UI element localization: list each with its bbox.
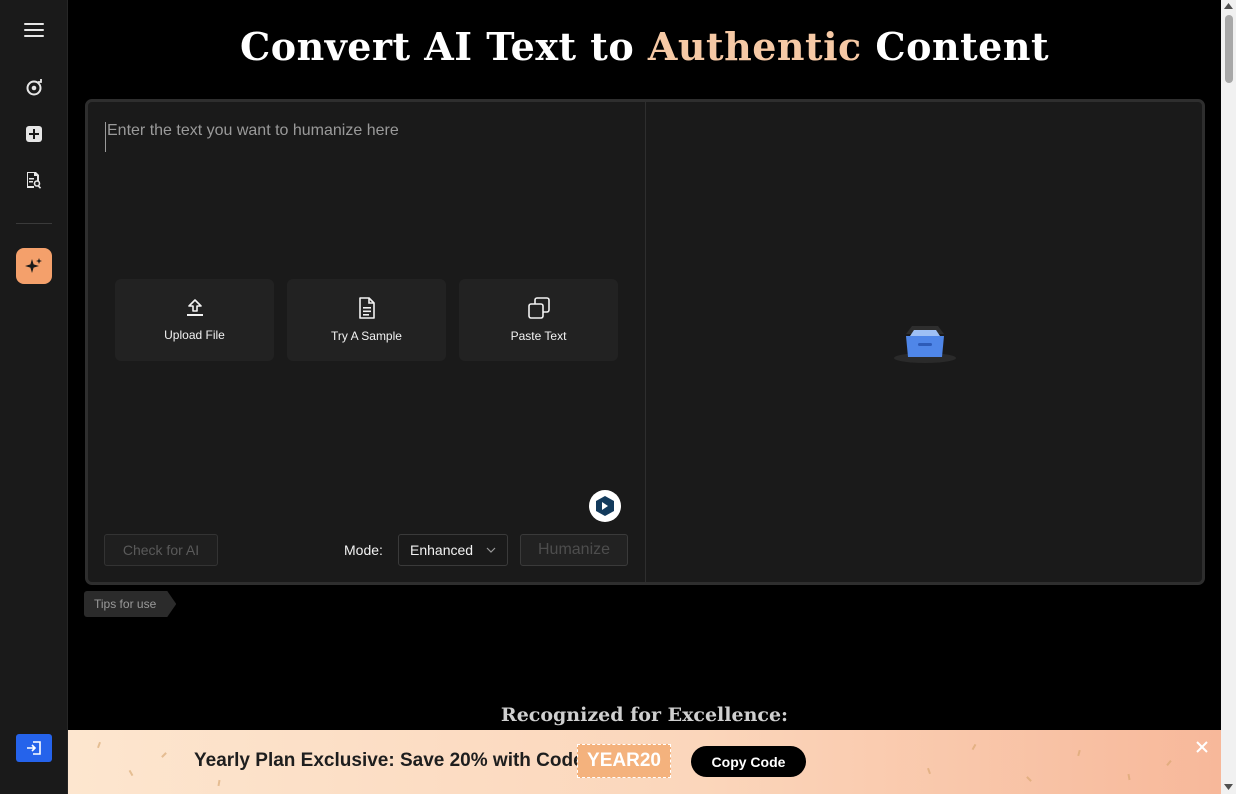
chevron-down-icon [486,547,496,553]
copy-icon [527,297,550,319]
upload-icon [186,299,203,316]
confetti [161,752,167,758]
title-suffix: Content [861,24,1050,69]
humanize-input[interactable] [105,122,625,152]
confetti [97,741,101,749]
try-sample-button[interactable]: Try A Sample [287,279,446,361]
sidebar [0,0,68,794]
scroll-thumb[interactable] [1225,15,1233,83]
close-icon[interactable] [1194,739,1210,755]
paste-text-button[interactable]: Paste Text [459,279,618,361]
sparkle-icon[interactable] [16,248,52,284]
confetti [1166,760,1172,766]
scroll-up-icon[interactable] [1224,3,1233,9]
confetti [1127,773,1131,781]
scrollbar[interactable] [1221,0,1236,794]
promo-text: Yearly Plan Exclusive: Save 20% with Cod… [194,750,584,771]
panel-divider [645,102,646,582]
confetti [1026,776,1032,782]
paste-text-label: Paste Text [510,329,567,343]
scroll-down-icon[interactable] [1224,784,1233,790]
upload-file-label: Upload File [164,328,225,342]
confetti [128,769,134,777]
copy-code-button[interactable]: Copy Code [691,746,806,777]
confetti [971,743,977,751]
refresh-icon[interactable] [16,70,52,106]
check-ai-button[interactable]: Check for AI [104,534,218,566]
assistant-icon[interactable] [589,490,621,522]
confetti [1077,749,1081,757]
upload-file-button[interactable]: Upload File [115,279,274,361]
mode-select[interactable]: Enhanced [398,534,508,566]
main: Convert AI Text to Authentic Content Upl… [68,0,1221,794]
add-icon[interactable] [16,116,52,152]
login-icon[interactable] [16,734,52,762]
menu-icon[interactable] [16,12,52,48]
document-icon [358,297,375,319]
promo-banner: Yearly Plan Exclusive: Save 20% with Cod… [68,730,1221,794]
confetti [927,767,931,775]
recognized-heading: Recognized for Excellence: [500,704,789,726]
page-title: Convert AI Text to Authentic Content [68,24,1221,69]
mode-value: Enhanced [410,542,474,558]
promo-code: YEAR20 [577,744,671,778]
tips-for-use[interactable]: Tips for use [84,591,176,617]
mode-label: Mode: [344,542,383,558]
title-prefix: Convert AI Text to [239,24,648,69]
doc-search-icon[interactable] [16,162,52,198]
humanize-button[interactable]: Humanize [520,534,628,566]
empty-box-icon [892,322,958,369]
confetti [217,779,221,787]
sidebar-divider [16,223,52,224]
try-sample-label: Try A Sample [331,329,402,343]
title-accent: Authentic [647,24,862,69]
editor-panel: Upload File Try A Sample Paste Text Chec… [85,99,1205,585]
